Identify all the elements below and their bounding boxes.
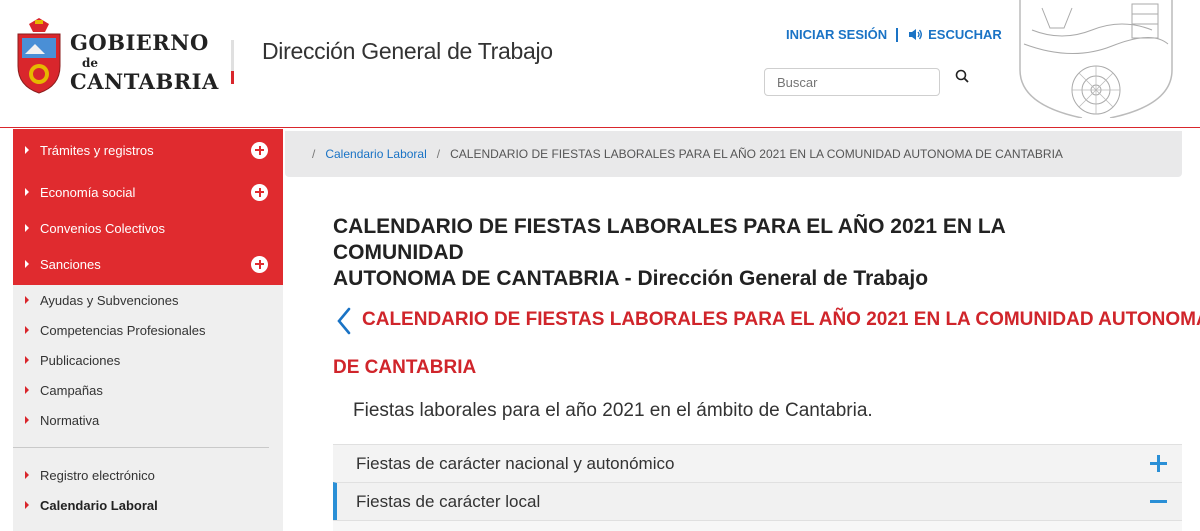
sidebar-item-calendario-laboral[interactable]: Calendario Laboral: [13, 490, 283, 520]
caret-right-icon: [25, 471, 29, 479]
caret-right-icon: [25, 188, 29, 196]
sidebar-divider: [13, 447, 269, 448]
logo-line-3: CANTABRIA: [70, 69, 219, 94]
page-title-line-1: CALENDARIO DE FIESTAS LABORALES PARA EL …: [333, 215, 1006, 264]
breadcrumb-separator: /: [312, 147, 316, 161]
page-title-line-2: AUTONOMA DE CANTABRIA - Dirección Genera…: [333, 267, 929, 290]
logo-text[interactable]: GOBIERNO de CANTABRIA: [70, 32, 219, 92]
breadcrumb-separator: /: [436, 147, 441, 161]
accordion-content: [333, 520, 1182, 531]
sidebar-item-label: Sanciones: [40, 256, 101, 272]
logo-line-2: de: [82, 56, 99, 70]
sidebar-primary-section: Trámites y registros Economía social Con…: [13, 129, 283, 285]
caret-right-icon: [25, 356, 29, 364]
sidebar-item-label: Normativa: [40, 412, 100, 428]
site-header: GOBIERNO de CANTABRIA Dirección General …: [0, 0, 1200, 128]
intro-text: Fiestas laborales para el año 2021 en el…: [353, 400, 873, 421]
search-input[interactable]: [764, 68, 940, 96]
sidebar: Trámites y registros Economía social Con…: [13, 129, 283, 531]
caret-right-icon: [25, 501, 29, 509]
coat-of-arms-icon[interactable]: [15, 18, 63, 94]
sidebar-tertiary-section: Registro electrónico Calendario Laboral: [13, 460, 283, 520]
sidebar-item-label: Ayudas y Subvenciones: [40, 292, 179, 308]
logo-line-1: GOBIERNO: [70, 30, 209, 55]
chevron-left-icon[interactable]: [335, 307, 353, 335]
minus-icon[interactable]: [1150, 493, 1167, 510]
top-links: INICIAR SESIÓN ESCUCHAR: [786, 27, 1002, 42]
breadcrumb-current: CALENDARIO DE FIESTAS LABORALES PARA EL …: [450, 147, 1063, 161]
watermark-crest-icon: [1019, 0, 1173, 118]
speaker-icon[interactable]: [908, 28, 923, 41]
page: GOBIERNO de CANTABRIA Dirección General …: [0, 0, 1200, 531]
plus-icon[interactable]: [1150, 455, 1167, 472]
section-heading-line-1: CALENDARIO DE FIESTAS LABORALES PARA EL …: [362, 309, 1200, 330]
caret-right-icon: [25, 146, 29, 154]
expand-plus-icon[interactable]: [251, 255, 268, 273]
caret-right-icon: [25, 326, 29, 334]
caret-right-icon: [25, 386, 29, 394]
top-links-separator: [896, 27, 899, 42]
sidebar-item-label: Campañas: [40, 382, 103, 398]
accordion-item-label: Fiestas de carácter local: [356, 491, 541, 511]
sidebar-item-economia-social[interactable]: Economía social: [13, 171, 283, 213]
caret-right-icon: [25, 296, 29, 304]
caret-right-icon: [25, 224, 29, 232]
expand-plus-icon[interactable]: [251, 141, 268, 159]
caret-right-icon: [25, 260, 29, 268]
page-title: CALENDARIO DE FIESTAS LABORALES PARA EL …: [333, 214, 1133, 292]
sidebar-item-label: Economía social: [40, 184, 136, 200]
sidebar-item-label: Publicaciones: [40, 352, 121, 368]
search-icon[interactable]: [954, 68, 972, 86]
accordion-item-nacional[interactable]: Fiestas de carácter nacional y autonómic…: [333, 444, 1182, 482]
sidebar-item-normativa[interactable]: Normativa: [13, 405, 283, 435]
breadcrumb: / Calendario Laboral / CALENDARIO DE FIE…: [285, 131, 1182, 177]
sidebar-item-label: Registro electrónico: [40, 467, 155, 483]
section-heading-line-2: DE CANTABRIA: [333, 357, 477, 378]
caret-right-icon: [25, 416, 29, 424]
sidebar-item-registro-electronico[interactable]: Registro electrónico: [13, 460, 283, 490]
sidebar-item-campanas[interactable]: Campañas: [13, 375, 283, 405]
expand-plus-icon[interactable]: [251, 183, 268, 201]
accordion-item-local[interactable]: Fiestas de carácter local: [333, 482, 1182, 520]
sidebar-item-label: Convenios Colectivos: [40, 220, 166, 236]
sidebar-item-ayudas[interactable]: Ayudas y Subvenciones: [13, 285, 283, 315]
sidebar-item-convenios[interactable]: Convenios Colectivos: [13, 213, 283, 243]
breadcrumb-link-calendario[interactable]: Calendario Laboral: [325, 147, 426, 161]
sidebar-item-sanciones[interactable]: Sanciones: [13, 243, 283, 285]
sidebar-item-label: Calendario Laboral: [40, 497, 158, 513]
login-link[interactable]: INICIAR SESIÓN: [786, 27, 887, 42]
sidebar-secondary-section: Ayudas y Subvenciones Competencias Profe…: [13, 285, 283, 435]
header-divider: [231, 40, 234, 84]
accordion-item-label: Fiestas de carácter nacional y autonómic…: [356, 453, 675, 473]
sidebar-item-label: Competencias Profesionales: [40, 322, 206, 338]
listen-link[interactable]: ESCUCHAR: [928, 27, 1002, 42]
sidebar-item-competencias[interactable]: Competencias Profesionales: [13, 315, 283, 345]
sidebar-item-tramites[interactable]: Trámites y registros: [13, 129, 283, 171]
sidebar-item-label: Trámites y registros: [40, 142, 154, 158]
department-title[interactable]: Dirección General de Trabajo: [262, 38, 553, 65]
sidebar-item-publicaciones[interactable]: Publicaciones: [13, 345, 283, 375]
